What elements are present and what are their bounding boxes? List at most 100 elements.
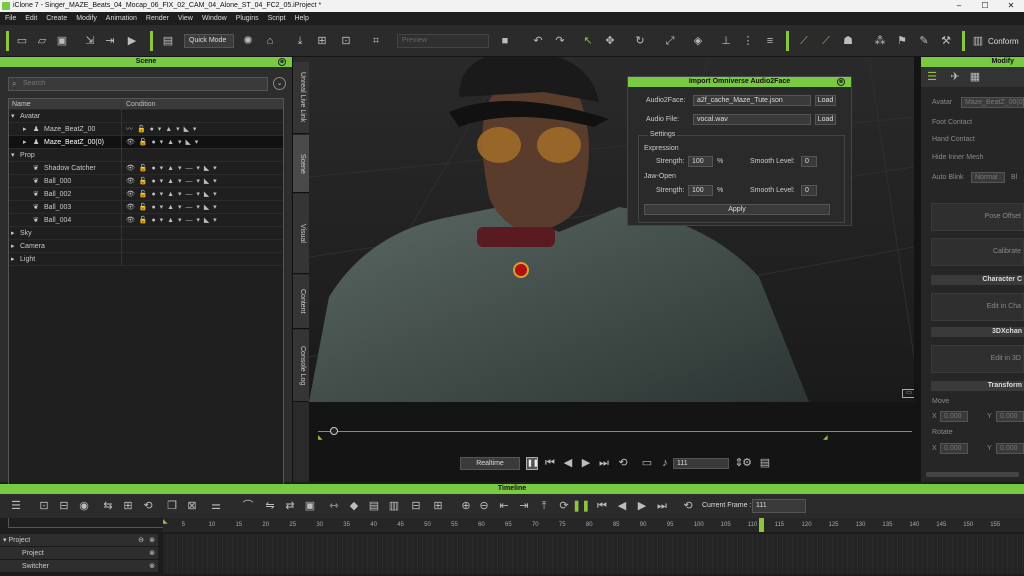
open-folder-icon[interactable]: ▱ [34,33,50,49]
timeline-playhead[interactable] [759,518,765,532]
condition-cell[interactable]: 👁 🔓 ● ▾ ▲ ▾ ◣ ▾ [121,136,199,149]
loop-clip-icon[interactable]: ⟲ [140,498,156,514]
menu-help[interactable]: Help [294,15,308,22]
link-icon[interactable]: ⟋ [818,33,834,49]
menu-animation[interactable]: Animation [106,15,137,22]
edit-icon[interactable]: ✎ [916,33,932,49]
checker-icon[interactable]: ▦ [967,69,983,85]
import-icon[interactable]: ⇲ [82,33,98,49]
camera-icon[interactable]: ■ [497,33,513,49]
column-condition[interactable]: Condition [121,99,156,110]
conform-button[interactable]: Conform [988,37,1019,46]
grid-icon[interactable]: ≡ [762,33,778,49]
minimize-track-icon[interactable]: ⊖ [138,534,144,547]
camera-frame-icon[interactable]: ⊡ [338,33,354,49]
step-back-icon[interactable]: ◀ [560,455,576,471]
transform-header[interactable]: Transform [931,381,1024,391]
tree-row-ball-000[interactable]: ❦ Ball_000 👁 🔓 ● ▾ ▲ ▾ — ▾ ◣ ▾ [9,175,283,188]
timeline-pause-icon[interactable]: ❚❚ [572,498,590,514]
current-frame-input[interactable]: 111 [752,499,806,513]
modify-scrollbar[interactable] [926,472,1019,477]
edit-in-3dx-button[interactable]: Edit in 3D [931,345,1024,373]
preview-dropdown[interactable]: Preview [397,34,489,48]
track-list-icon[interactable]: ☰ [8,498,24,514]
realtime-button[interactable]: Realtime [460,457,520,470]
select-arrow-icon[interactable]: ↖ [580,33,596,49]
condition-cell[interactable]: 👁 🔓 ● ▾ ▲ ▾ — ▾ ◣ ▾ [121,162,218,175]
range-start-marker[interactable]: ◣ [318,434,323,441]
track-switcher[interactable]: Switcher ⊗ [0,560,158,573]
tree-row-sky[interactable]: ▸ Sky [9,227,283,240]
loop-icon[interactable]: ⟲ [615,455,631,471]
calibrate-button[interactable]: Calibrate [931,238,1024,266]
filter-icon[interactable]: ⌄ [273,77,286,90]
tab-content[interactable]: Content [293,275,310,329]
expression-strength-field[interactable]: 100 [688,156,713,167]
tree-row-camera[interactable]: ▸ Camera [9,240,283,253]
merge-icon[interactable]: ⊞ [120,498,136,514]
tab-unreal-live-link[interactable]: Unreal Live Link [293,62,310,134]
collect-clip-icon[interactable]: ⊡ [36,498,52,514]
export-clip-icon[interactable]: ⤒ [536,498,552,514]
loop-play-icon[interactable]: ⟳ [556,498,572,514]
character-icon[interactable]: ☗ [840,33,856,49]
tree-row-shadow-catcher[interactable]: ❦ Shadow Catcher 👁 🔓 ● ▾ ▲ ▾ — ▾ ◣ ▾ [9,162,283,175]
scrubber-handle[interactable] [330,427,338,435]
fullscreen-icon[interactable]: ▤ [757,455,773,471]
filter-timeline-icon[interactable]: ▥ [386,498,402,514]
viewport-icon[interactable]: ▤ [160,33,176,49]
minimize-button[interactable]: – [946,0,972,12]
align-icon[interactable]: ⋮ [740,33,756,49]
rotate-icon[interactable]: ↻ [632,33,648,49]
step-forward-icon[interactable]: ▶ [578,455,594,471]
foot-contact-checkbox[interactable]: Foot Contact [932,119,972,126]
save-icon[interactable]: ▣ [54,33,70,49]
flatten-icon[interactable]: ⊟ [56,498,72,514]
expand-arrow-icon[interactable]: ▸ [11,240,15,253]
fit-timeline-icon[interactable]: ⇿ [326,498,342,514]
tree-row-maze-beatz-00[interactable]: ▸ ♟ Maze_BeatZ_00 〰 🔓 ● ▾ ▲ ▾ ◣ ▾ [9,123,283,136]
close-track-icon[interactable]: ⊗ [149,547,155,560]
curve-icon[interactable]: ⌒ [240,498,256,514]
expand-arrow-icon[interactable]: ▸ [23,123,27,136]
tool-icon[interactable]: ⚒ [938,33,954,49]
track-project-header[interactable]: ▾ Project ⊖ ⊗ [0,534,158,547]
conform-icon[interactable]: ▥ [970,33,986,49]
expand-arrow-icon[interactable]: ▸ [11,253,15,266]
expand-arrow-icon[interactable]: ▾ [11,110,15,123]
motion-icon[interactable]: ✈ [947,69,963,85]
menu-edit[interactable]: Edit [25,15,37,22]
scale-icon[interactable]: ⤢ [662,33,678,49]
range-end-marker[interactable]: ◢ [823,434,828,441]
menu-script[interactable]: Script [268,15,286,22]
rotate-x-field[interactable]: 0.000 [940,443,968,454]
timeline-go-start-icon[interactable]: ⏮ [594,498,610,514]
new-file-icon[interactable]: ▭ [14,33,30,49]
next-key-icon[interactable]: ⇥ [516,498,532,514]
zoom-out-icon[interactable]: ⊖ [476,498,492,514]
condition-cell[interactable]: 〰 🔓 ● ▾ ▲ ▾ ◣ ▾ [121,123,197,136]
tab-console-log[interactable]: Console Log [293,330,310,402]
tab-visual[interactable]: Visual [293,194,310,274]
show-icon[interactable]: ◉ [76,498,92,514]
go-end-icon[interactable]: ⏭ [596,455,612,471]
tree-row-ball-003[interactable]: ❦ Ball_003 👁 🔓 ● ▾ ▲ ▾ — ▾ ◣ ▾ [9,201,283,214]
chat-icon[interactable]: ▭ [902,389,914,398]
timeline-prev-icon[interactable]: ◀ [614,498,630,514]
snap-icon[interactable]: ⊥ [718,33,734,49]
expression-smooth-field[interactable]: 0 [801,156,817,167]
track-lanes[interactable] [163,534,1024,574]
maximize-button[interactable]: ☐ [972,0,998,12]
tree-row-prop[interactable]: ▾ Prop [9,149,283,162]
frame-input[interactable]: 111 [673,458,729,469]
export-icon[interactable]: ⇥ [102,33,118,49]
condition-cell[interactable]: 👁 🔓 ● ▾ ▲ ▾ — ▾ ◣ ▾ [121,214,218,227]
prev-key-icon[interactable]: ⇤ [496,498,512,514]
tree-row-ball-002[interactable]: ❦ Ball_002 👁 🔓 ● ▾ ▲ ▾ — ▾ ◣ ▾ [9,188,283,201]
timeline-loop-icon[interactable]: ⟲ [680,498,696,514]
ruler-start-marker[interactable]: ◣ [163,518,168,525]
download-icon[interactable]: ⤓ [292,33,308,49]
render-video-icon[interactable]: ▶ [124,33,140,49]
condition-cell[interactable]: 👁 🔓 ● ▾ ▲ ▾ — ▾ ◣ ▾ [121,175,218,188]
sliders-icon[interactable]: ☰ [924,69,940,85]
